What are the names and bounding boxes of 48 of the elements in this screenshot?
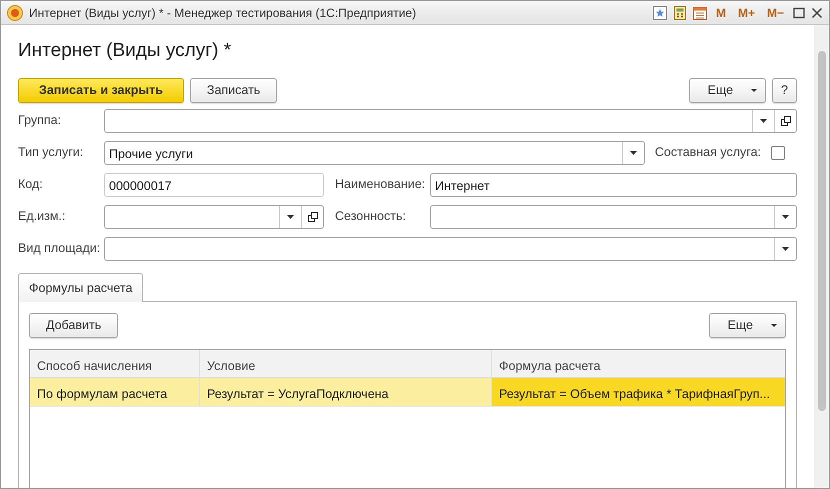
tab[interactable]: Формулы расчета: [18, 272, 144, 302]
input-field[interactable]: Интернет: [430, 172, 797, 196]
dropdown-icon[interactable]: [782, 246, 789, 250]
calendar-icon[interactable]: [692, 6, 707, 20]
column-header[interactable]: Условие: [200, 350, 492, 378]
open-icon[interactable]: [780, 116, 790, 126]
table-cell: Результат = УслугаПодключена: [200, 378, 492, 406]
field-label: Ед.изм.:: [18, 208, 66, 226]
field-label: Сезонность:: [335, 208, 407, 226]
help-button[interactable]: ?: [772, 78, 797, 102]
field-label: Группа:: [18, 112, 62, 130]
maximize-icon[interactable]: [793, 6, 805, 18]
scrollbar[interactable]: [814, 25, 829, 488]
toolbar-button[interactable]: Добавить: [29, 313, 118, 338]
field-label: Вид площади:: [18, 240, 102, 258]
memory-button[interactable]: M+: [734, 4, 758, 22]
form-title: Интернет (Виды услуг) *: [18, 39, 232, 63]
window-title: Интернет (Виды услуг) * - Менеджер тестирования (1С:Предприятие): [29, 4, 418, 22]
field-label: Наименование:: [335, 176, 426, 194]
more-button[interactable]: Еще: [708, 313, 786, 338]
save-and-close-button[interactable]: Записать и закрыть: [18, 78, 184, 102]
open-icon[interactable]: [308, 212, 318, 222]
table-cell: Результат = Объем трафика * ТарифнаяГруп...: [492, 378, 785, 406]
column-header[interactable]: Способ начисления: [30, 350, 200, 378]
select-field[interactable]: [104, 108, 797, 132]
memory-button[interactable]: M−: [764, 4, 787, 22]
select-field[interactable]: [430, 204, 797, 228]
more-button[interactable]: Еще: [688, 78, 766, 102]
checkbox[interactable]: [771, 146, 785, 160]
select-field[interactable]: [104, 236, 797, 260]
field-label: Код:: [18, 176, 44, 194]
calculator-icon[interactable]: [672, 6, 687, 20]
table-cell: По формулам расчета: [30, 378, 200, 406]
select-field[interactable]: Прочие услуги: [104, 140, 645, 164]
bookmark-icon[interactable]: [652, 6, 667, 20]
logo-icon: [7, 4, 23, 20]
dropdown-icon[interactable]: [287, 214, 294, 218]
select-field[interactable]: [104, 204, 324, 228]
dropdown-icon[interactable]: [782, 214, 789, 218]
dropdown-icon[interactable]: [630, 150, 637, 154]
field-label: Составная услуга:: [654, 144, 761, 162]
column-header[interactable]: Формула расчета: [492, 350, 785, 378]
toolbar-button[interactable]: Записать: [190, 78, 278, 102]
field-label: Тип услуги:: [18, 144, 84, 162]
memory-button[interactable]: M: [712, 4, 729, 22]
close-icon[interactable]: [811, 6, 823, 18]
dropdown-icon[interactable]: [760, 118, 767, 122]
table-row[interactable]: По формулам расчета Результат = УслугаПодключена Результат = Объем трафика * ТарифнаяГруп...: [30, 378, 785, 408]
